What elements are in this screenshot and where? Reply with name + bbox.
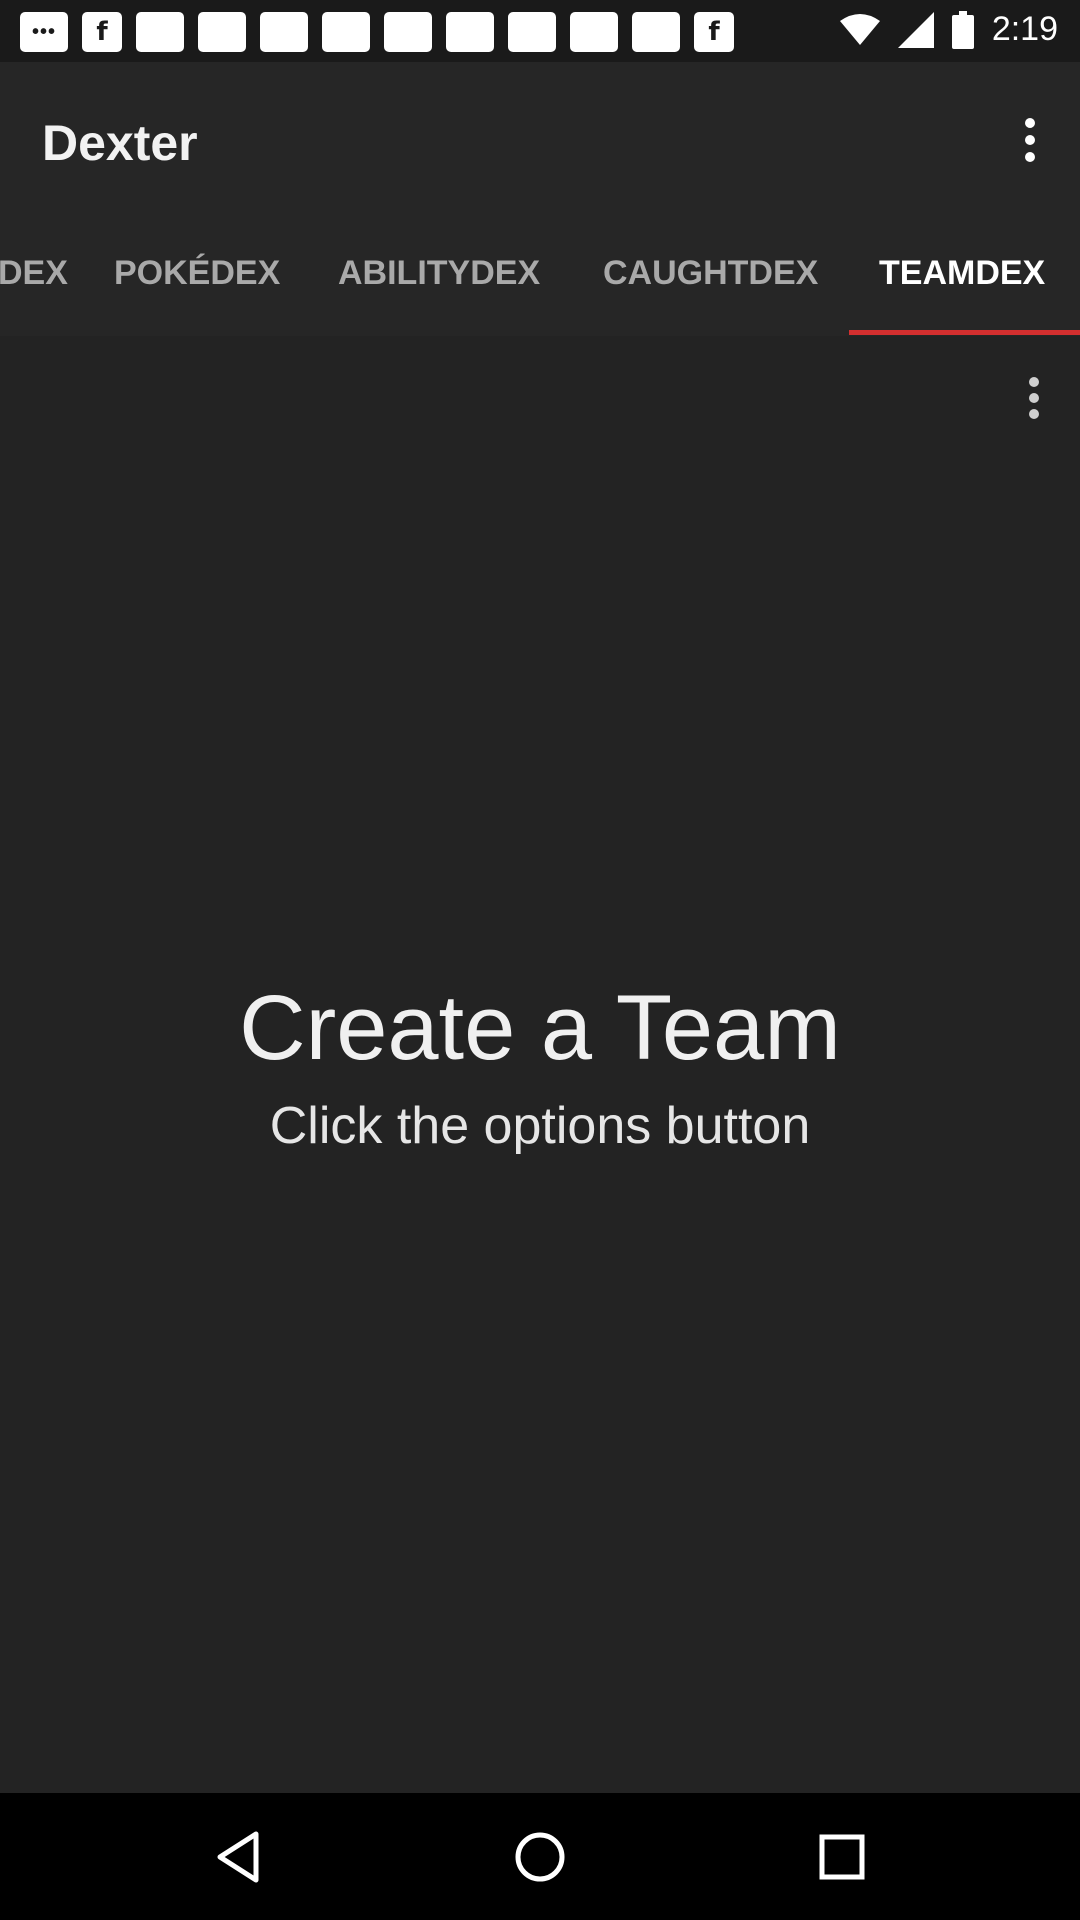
- tab-dex[interactable]: DEX: [0, 210, 68, 336]
- home-icon[interactable]: [498, 1815, 582, 1899]
- blank-notification-icon: [508, 12, 556, 52]
- wifi-icon: [839, 13, 880, 45]
- app-title: Dexter: [42, 115, 198, 171]
- chat-dots-icon: •••: [20, 12, 68, 52]
- tab-pokedex[interactable]: POKÉDEX: [114, 210, 280, 336]
- more-vert-icon[interactable]: [1000, 110, 1060, 170]
- active-tab-indicator: [849, 330, 1080, 335]
- more-vert-icon[interactable]: [1004, 368, 1064, 428]
- status-bar: ••• f f 2:19: [0, 0, 1080, 62]
- blank-notification-icon: [322, 12, 370, 52]
- blank-notification-icon: [198, 12, 246, 52]
- facebook-icon: f: [694, 12, 734, 52]
- blank-notification-icon: [136, 12, 184, 52]
- tab-abilitydex[interactable]: ABILITYDEX: [338, 210, 540, 336]
- app-bar: Dexter DEX POKÉDEX ABILITYDEX CAUGHTDEX …: [0, 62, 1080, 336]
- clock: 2:19: [991, 10, 1058, 48]
- blank-notification-icon: [260, 12, 308, 52]
- empty-state-title: Create a Team: [239, 977, 841, 1079]
- teamdex-content: Create a Team Click the options button: [0, 336, 1080, 1793]
- blank-notification-icon: [570, 12, 618, 52]
- back-icon[interactable]: [196, 1815, 280, 1899]
- empty-state-subtitle: Click the options button: [269, 1097, 811, 1155]
- tab-bar: DEX POKÉDEX ABILITYDEX CAUGHTDEX TEAMDEX: [0, 210, 1080, 336]
- tab-teamdex[interactable]: TEAMDEX: [879, 210, 1045, 336]
- battery-icon: [951, 10, 974, 49]
- signal-icon: [897, 11, 934, 48]
- notification-icons: ••• f f: [20, 12, 734, 52]
- blank-notification-icon: [384, 12, 432, 52]
- recents-icon[interactable]: [800, 1815, 884, 1899]
- blank-notification-icon: [632, 12, 680, 52]
- tab-caughtdex[interactable]: CAUGHTDEX: [603, 210, 818, 336]
- navigation-bar: [0, 1793, 1080, 1920]
- facebook-icon: f: [82, 12, 122, 52]
- system-status: 2:19: [839, 10, 1058, 49]
- blank-notification-icon: [446, 12, 494, 52]
